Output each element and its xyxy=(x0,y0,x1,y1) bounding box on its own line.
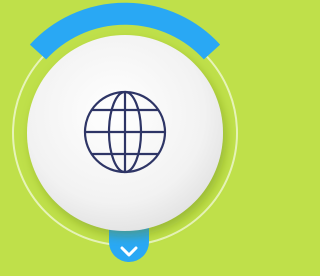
globe-icon-graphic xyxy=(83,90,167,174)
globe-icon xyxy=(81,88,169,176)
expand-button[interactable] xyxy=(109,240,149,276)
globe-badge-widget xyxy=(0,0,249,276)
chevron-down-icon xyxy=(120,246,138,257)
